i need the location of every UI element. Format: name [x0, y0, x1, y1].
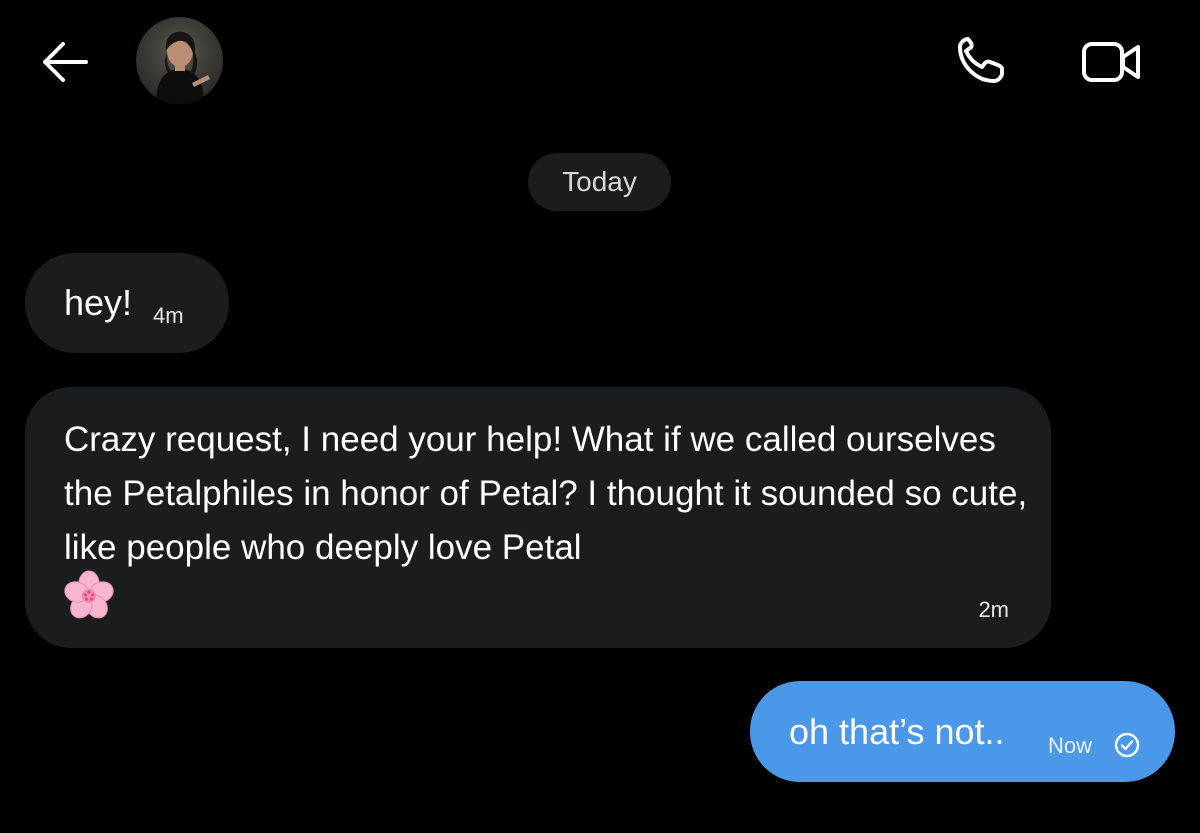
- outgoing-message-bubble[interactable]: oh that’s not.. Now: [750, 681, 1175, 782]
- date-separator: Today: [528, 153, 671, 211]
- check-circle-icon: [1114, 732, 1140, 758]
- video-call-button[interactable]: [1080, 36, 1144, 88]
- message-timestamp: 4m: [153, 303, 184, 328]
- message-timestamp: Now: [1048, 733, 1093, 758]
- phone-icon: [958, 37, 1004, 83]
- avatar[interactable]: [136, 17, 223, 104]
- message-timestamp: 2m: [978, 597, 1009, 622]
- date-separator-label: Today: [562, 166, 637, 197]
- incoming-message-bubble[interactable]: Crazy request, I need your help! What if…: [25, 387, 1051, 648]
- video-camera-icon: [1082, 42, 1140, 82]
- message-text: Crazy request, I need your help! What if…: [64, 420, 1028, 567]
- arrow-left-icon: [43, 42, 88, 82]
- cherry-blossom-icon: [64, 570, 114, 619]
- voice-call-button[interactable]: [952, 33, 1010, 89]
- message-text: oh that’s not..: [789, 711, 1005, 752]
- incoming-message-bubble[interactable]: hey! 4m: [25, 253, 229, 353]
- contact-avatar-image: [136, 17, 223, 104]
- chat-header: [0, 0, 1200, 120]
- message-text: hey!: [64, 282, 133, 323]
- back-button[interactable]: [38, 38, 90, 86]
